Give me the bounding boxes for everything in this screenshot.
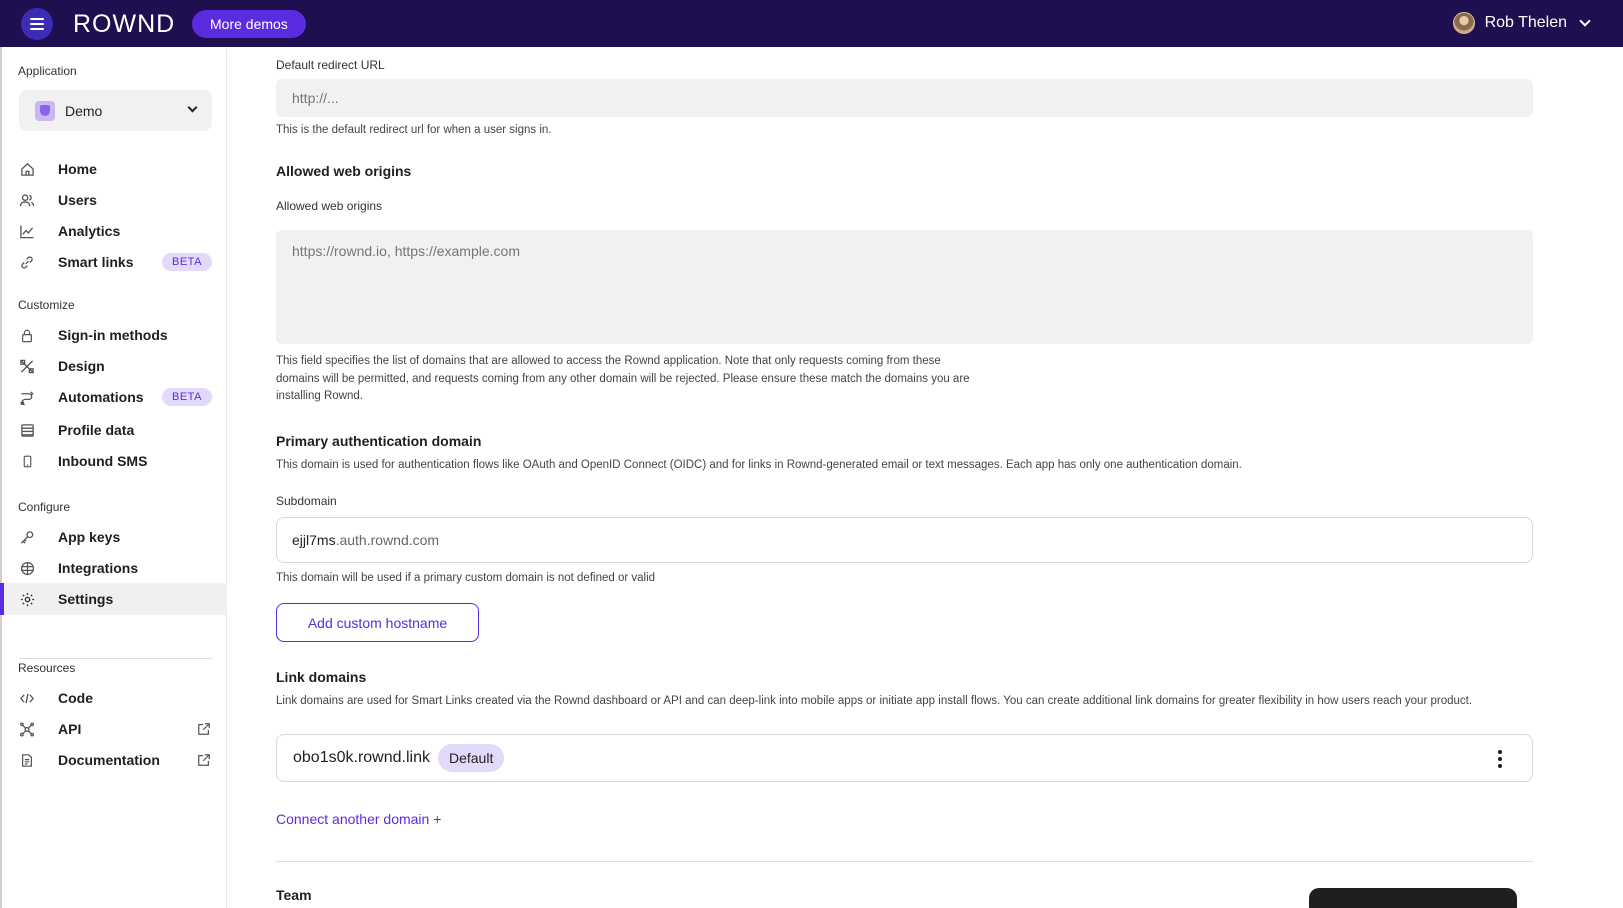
auth-domain-description: This domain is used for authentication f… [276, 459, 1242, 471]
sidebar-item-label: App keys [58, 529, 121, 545]
settings-content: Default redirect URL This is the default… [227, 47, 1623, 908]
external-link-icon [197, 722, 211, 736]
sidebar-item-users[interactable]: Users [2, 184, 227, 216]
sidebar-item-home[interactable]: Home [2, 153, 227, 185]
document-icon [19, 752, 35, 768]
sidebar-item-integrations[interactable]: Integrations [2, 552, 227, 584]
user-menu[interactable]: Rob Thelen [1452, 12, 1591, 34]
sidebar-item-label: Inbound SMS [58, 453, 148, 469]
api-icon [19, 721, 35, 737]
design-tools-icon [19, 358, 35, 374]
top-bar: ROWND More demos Rob Thelen [0, 0, 1623, 47]
sidebar-item-label: Code [58, 690, 93, 706]
chevron-down-icon [187, 102, 198, 113]
sidebar: Application Demo Home Users Analytics Sm… [0, 47, 227, 908]
automation-icon [19, 389, 35, 405]
link-domain-row: obo1s0k.rownd.link Default [276, 734, 1533, 782]
sidebar-item-automations[interactable]: Automations BETA [2, 381, 227, 413]
subdomain-label: Subdomain [276, 494, 337, 508]
lock-icon [19, 327, 35, 343]
manage-team-button[interactable]: Manage team [1309, 888, 1517, 908]
subdomain-value: ejjl7ms [292, 532, 336, 548]
sidebar-item-label: Sign-in methods [58, 327, 168, 343]
sidebar-item-label: Design [58, 358, 105, 374]
sidebar-item-label: Automations [58, 389, 144, 405]
subdomain-suffix: .auth.rownd.com [335, 532, 440, 548]
link-icon [19, 254, 35, 270]
sidebar-item-design[interactable]: Design [2, 350, 227, 382]
subdomain-help: This domain will be used if a primary cu… [276, 572, 656, 584]
sidebar-item-label: Settings [58, 591, 114, 607]
external-link-icon [197, 753, 211, 767]
more-options-icon[interactable] [1498, 750, 1502, 768]
section-label-application: Application [18, 64, 77, 78]
sidebar-item-profile-data[interactable]: Profile data [2, 414, 227, 446]
phone-icon [19, 453, 35, 469]
beta-badge: BETA [162, 388, 212, 406]
key-icon [19, 529, 35, 545]
default-badge: Default [437, 744, 505, 772]
connect-domain-link[interactable]: Connect another domain + [276, 811, 441, 827]
beta-badge: BETA [162, 253, 212, 271]
application-select[interactable]: Demo [19, 90, 212, 131]
redirect-url-help: This is the default redirect url for whe… [276, 124, 552, 136]
redirect-url-input[interactable] [276, 79, 1533, 117]
link-domain-name: obo1s0k.rownd.link [293, 749, 430, 766]
allowed-origins-heading: Allowed web origins [276, 163, 412, 179]
table-icon [19, 422, 35, 438]
sidebar-item-label: Home [58, 161, 97, 177]
sidebar-item-label: Smart links [58, 254, 134, 270]
users-icon [19, 192, 35, 208]
sidebar-item-documentation[interactable]: Documentation [2, 744, 227, 776]
chevron-down-icon [1579, 15, 1591, 27]
user-name: Rob Thelen [1484, 14, 1567, 31]
home-icon [19, 161, 35, 177]
sidebar-item-label: Profile data [58, 422, 135, 438]
sidebar-item-label: Documentation [58, 752, 160, 768]
sidebar-item-settings[interactable]: Settings [0, 583, 227, 615]
subdomain-field[interactable]: ejjl7ms .auth.rownd.com [276, 517, 1533, 563]
sidebar-item-api[interactable]: API [2, 713, 227, 745]
chart-icon [19, 223, 35, 239]
sidebar-item-label: Integrations [58, 560, 139, 576]
sidebar-item-sign-in-methods[interactable]: Sign-in methods [2, 319, 227, 351]
gear-icon [19, 591, 35, 607]
auth-domain-heading: Primary authentication domain [276, 433, 482, 449]
sidebar-item-code[interactable]: Code [2, 682, 227, 714]
sidebar-item-inbound-sms[interactable]: Inbound SMS [2, 445, 227, 477]
allowed-origins-label: Allowed web origins [276, 199, 383, 213]
add-custom-hostname-button[interactable]: Add custom hostname [276, 603, 479, 642]
rownd-logo: ROWND [73, 10, 176, 38]
allowed-origins-input[interactable] [276, 230, 1533, 344]
link-domains-description: Link domains are used for Smart Links cr… [276, 695, 1473, 707]
link-domains-heading: Link domains [276, 669, 367, 685]
sidebar-item-smart-links[interactable]: Smart links BETA [2, 246, 227, 278]
sidebar-item-analytics[interactable]: Analytics [2, 215, 227, 247]
menu-icon[interactable] [21, 8, 53, 40]
section-label-configure: Configure [18, 500, 71, 514]
section-label-resources: Resources [18, 661, 76, 675]
code-icon [19, 690, 35, 706]
section-label-customize: Customize [18, 298, 75, 312]
sidebar-item-label: Users [58, 192, 97, 208]
avatar [1452, 12, 1475, 34]
application-name: Demo [65, 102, 103, 119]
shield-icon [35, 100, 55, 121]
sidebar-item-label: API [58, 721, 82, 737]
team-heading: Team [276, 887, 312, 903]
sidebar-divider [19, 658, 212, 659]
redirect-url-label: Default redirect URL [276, 58, 385, 72]
more-demos-button[interactable]: More demos [192, 10, 306, 38]
integrations-icon [19, 560, 35, 576]
sidebar-item-label: Analytics [58, 223, 121, 239]
section-divider [276, 861, 1533, 862]
allowed-origins-help: This field specifies the list of domains… [276, 355, 970, 402]
sidebar-item-app-keys[interactable]: App keys [2, 521, 227, 553]
